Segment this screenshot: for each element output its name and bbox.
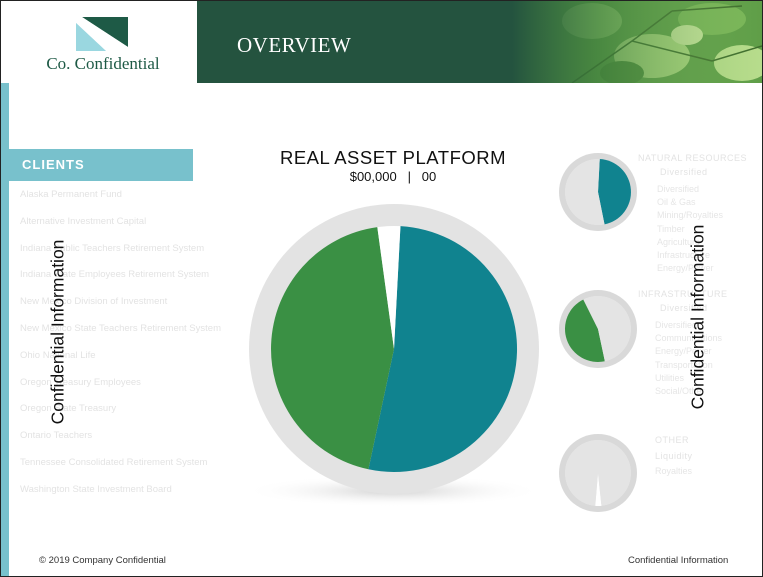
logo-text: Co. Confidential	[46, 54, 160, 73]
list-item: Oil & Gas	[657, 197, 696, 208]
slide: Co. Confidential OVERVIEW CLIENTS Alaska…	[0, 0, 763, 577]
header-bar: OVERVIEW	[197, 1, 762, 83]
list-item: Ontario Teachers	[20, 430, 93, 442]
list-item: Washington State Investment Board	[20, 483, 172, 495]
watermark-left: Confidential Information	[47, 239, 68, 425]
group1-heading: NATURAL RESOURCES	[638, 153, 748, 163]
list-item: Diversified	[657, 184, 700, 194]
footer-confidential: Confidential Information	[628, 555, 729, 566]
clients-heading: CLIENTS	[9, 149, 193, 181]
group3-heading: OTHER	[655, 435, 689, 445]
list-item: Alternative Investment Capital	[20, 215, 147, 227]
clients-heading-label: CLIENTS	[22, 157, 85, 172]
watermark-right: Confidential Information	[687, 224, 708, 410]
list-item: Tennessee Consolidated Retirement System	[20, 456, 208, 468]
left-accent-bar	[1, 83, 9, 576]
logo-mark-icon	[76, 17, 128, 51]
list-item: Mining/Royalties	[657, 210, 724, 221]
leaves-image	[512, 1, 762, 83]
platform-amount: $00,000	[349, 169, 397, 184]
footer-copyright: © 2019 Company Confidential	[39, 555, 166, 566]
main-pie-chart	[243, 204, 543, 507]
platform-separator: |	[407, 169, 411, 184]
page-title: OVERVIEW	[237, 33, 352, 57]
group1-subheading: Diversified	[660, 167, 708, 177]
list-item: Alaska Permanent Fund	[20, 189, 122, 200]
group3-subheading: Liquidity	[655, 451, 693, 461]
platform-title: REAL ASSET PLATFORM	[279, 147, 507, 168]
list-item: Royalties	[655, 466, 693, 476]
platform-count: 00	[421, 169, 437, 184]
mini-pie-chart-1	[559, 153, 637, 231]
mini-pie-chart-3	[559, 434, 637, 512]
mini-pie-chart-2	[559, 290, 637, 368]
group3-list: Royalties	[655, 466, 692, 479]
company-logo: Co. Confidential	[9, 1, 197, 83]
platform-subtitle: $00,000 | 00	[243, 169, 543, 184]
group2-heading: INFRASTRUCTURE	[638, 289, 728, 299]
